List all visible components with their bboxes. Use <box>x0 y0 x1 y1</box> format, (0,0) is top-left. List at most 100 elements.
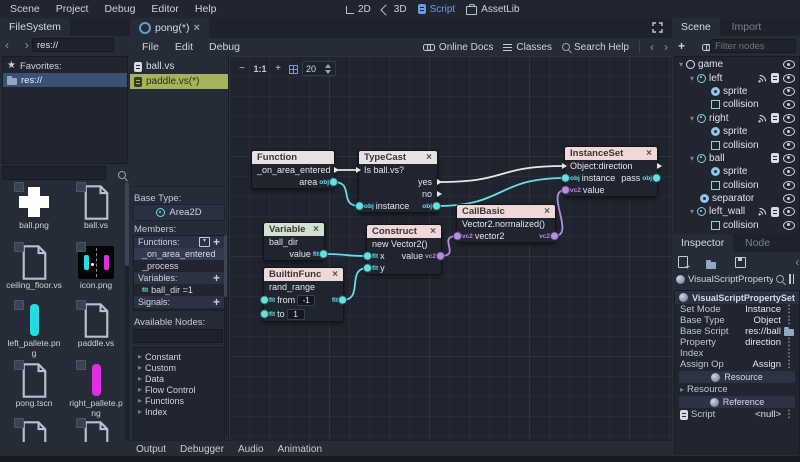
signal-icon[interactable] <box>758 114 767 123</box>
property-options-icon[interactable]: ⋮ <box>784 338 794 348</box>
scene-tree-row[interactable]: ▾game <box>675 58 799 71</box>
file-item[interactable]: icon.png <box>68 244 124 291</box>
menu-scene[interactable]: Scene <box>2 0 48 18</box>
property-value[interactable]: <null> <box>755 409 781 420</box>
graph-node-construct[interactable]: Construct×new Vector2()fltxvaluevc2flty <box>366 224 442 275</box>
bottom-tab-audio[interactable]: Audio <box>238 444 264 455</box>
add-variable-icon[interactable]: + <box>213 273 220 283</box>
classes-button[interactable]: Classes <box>503 42 552 53</box>
inspector-expand-row[interactable]: ▸Resource <box>675 384 799 395</box>
visibility-eye-icon[interactable] <box>783 207 795 216</box>
port-seq-out[interactable] <box>437 191 442 197</box>
graph-node-header[interactable]: InstanceSet× <box>565 147 657 160</box>
fs-path-input[interactable] <box>32 38 114 52</box>
zoom-in-button[interactable]: + <box>271 62 285 76</box>
graph-node-callbasic[interactable]: CallBasic×Vector2.normalized()vc2vector2… <box>456 204 556 243</box>
snap-grid-icon[interactable] <box>289 65 298 74</box>
port-seq-out[interactable] <box>657 163 662 169</box>
signal-icon[interactable] <box>758 207 767 216</box>
file-item[interactable]: ball.png <box>6 184 62 231</box>
node-category[interactable]: ▸Data <box>134 373 224 384</box>
script-menu-debug[interactable]: Debug <box>201 38 248 56</box>
add-signal-icon[interactable]: + <box>213 297 220 307</box>
override-function-icon[interactable]: ▾ <box>199 237 210 247</box>
close-icon[interactable]: × <box>193 23 199 34</box>
script-list-item[interactable]: ball.vs <box>130 59 228 74</box>
snap-spinner-icon[interactable] <box>325 64 332 74</box>
graph-node-header[interactable]: Function <box>252 151 334 164</box>
mode-script-button[interactable]: Script <box>418 4 456 15</box>
port-data-in[interactable] <box>561 174 570 183</box>
file-item[interactable] <box>68 420 124 442</box>
scene-tree-row[interactable]: ▾right <box>675 112 799 125</box>
fs-back-icon[interactable]: ‹ <box>5 39 9 51</box>
file-item[interactable]: paddle.vs <box>68 302 124 349</box>
port-seq-out[interactable] <box>334 167 339 173</box>
visibility-eye-icon[interactable] <box>783 114 795 123</box>
port-data-out[interactable] <box>432 202 441 211</box>
scene-tree-row[interactable]: sprite <box>675 125 799 138</box>
property-value[interactable]: direction <box>745 337 781 348</box>
port-seq-in[interactable] <box>562 163 567 169</box>
expander-icon[interactable]: ▾ <box>690 74 694 83</box>
visibility-eye-icon[interactable] <box>783 87 795 96</box>
script-icon[interactable] <box>771 207 779 217</box>
inspector-tools-icon[interactable] <box>787 274 796 284</box>
tab-inspector[interactable]: Inspector <box>672 234 733 252</box>
script-list-item[interactable]: paddle.vs(*) <box>130 74 228 89</box>
file-item[interactable]: ball.vs <box>68 184 124 231</box>
script-icon[interactable] <box>771 73 779 83</box>
history-back-icon[interactable]: ‹ <box>795 256 799 268</box>
visibility-eye-icon[interactable] <box>783 74 795 83</box>
visibility-eye-icon[interactable] <box>783 127 795 136</box>
property-options-icon[interactable]: ⋮ <box>784 410 794 420</box>
search-help-button[interactable]: Search Help <box>562 42 629 53</box>
node-category[interactable]: ▸Custom <box>134 362 224 373</box>
default-value-input[interactable]: 1 <box>287 309 305 320</box>
fs-forward-icon[interactable]: › <box>25 39 29 51</box>
port-seq-out[interactable] <box>437 179 442 185</box>
fs-search-input[interactable] <box>2 166 106 180</box>
file-item[interactable]: right_pallete.png <box>68 362 124 418</box>
property-value[interactable]: Instance <box>745 304 781 315</box>
script-icon[interactable] <box>771 113 779 123</box>
scene-filter-input[interactable] <box>710 39 796 53</box>
node-category[interactable]: ▸Functions <box>134 395 224 406</box>
node-category[interactable]: ▸Flow Control <box>134 384 224 395</box>
inspector-section[interactable]: Reference <box>679 396 795 408</box>
close-icon[interactable]: × <box>646 149 652 159</box>
property-options-icon[interactable]: ⋮ <box>784 349 794 359</box>
port-vec2-in[interactable] <box>453 232 462 241</box>
graph-node-header[interactable]: Construct× <box>367 225 441 238</box>
file-item[interactable]: ceiling_floor.vs <box>6 244 62 291</box>
menu-project[interactable]: Project <box>48 0 97 18</box>
sidebar-scrollbar[interactable] <box>224 235 227 437</box>
expander-icon[interactable]: ▾ <box>690 207 694 216</box>
mode-3d-button[interactable]: 3D <box>382 4 407 15</box>
visibility-eye-icon[interactable] <box>783 167 795 176</box>
script-next-icon[interactable]: › <box>664 41 668 53</box>
visibility-eye-icon[interactable] <box>783 100 795 109</box>
function-item[interactable]: _process <box>134 260 224 272</box>
fs-scrollbar[interactable] <box>125 182 129 440</box>
close-icon[interactable]: × <box>313 225 319 235</box>
port-seq-in[interactable] <box>356 167 361 173</box>
graph-node-function[interactable]: Function_on_area_enteredareaobj <box>251 150 335 189</box>
expander-icon[interactable]: ▾ <box>690 154 694 163</box>
menu-debug[interactable]: Debug <box>96 0 143 18</box>
folder-icon[interactable] <box>784 329 794 336</box>
tab-pong-scene[interactable]: pong(*) × <box>130 18 209 38</box>
graph-node-instanceset[interactable]: InstanceSet×Object:directionobjinstancep… <box>564 146 658 197</box>
visibility-eye-icon[interactable] <box>783 181 795 190</box>
zoom-reset-button[interactable]: 1:1 <box>253 62 267 76</box>
property-options-icon[interactable]: ⋮ <box>784 360 794 370</box>
graph-node-header[interactable]: BuiltinFunc× <box>264 268 343 281</box>
zoom-out-button[interactable]: − <box>235 62 249 76</box>
property-options-icon[interactable]: ⋮ <box>784 305 794 315</box>
online-docs-button[interactable]: Online Docs <box>423 42 493 53</box>
scene-tree-row[interactable]: collision <box>675 98 799 111</box>
property-options-icon[interactable]: ⋮ <box>784 316 794 326</box>
tab-node[interactable]: Node <box>736 234 779 252</box>
node-category[interactable]: ▸Constant <box>134 351 224 362</box>
script-icon[interactable] <box>771 153 779 163</box>
